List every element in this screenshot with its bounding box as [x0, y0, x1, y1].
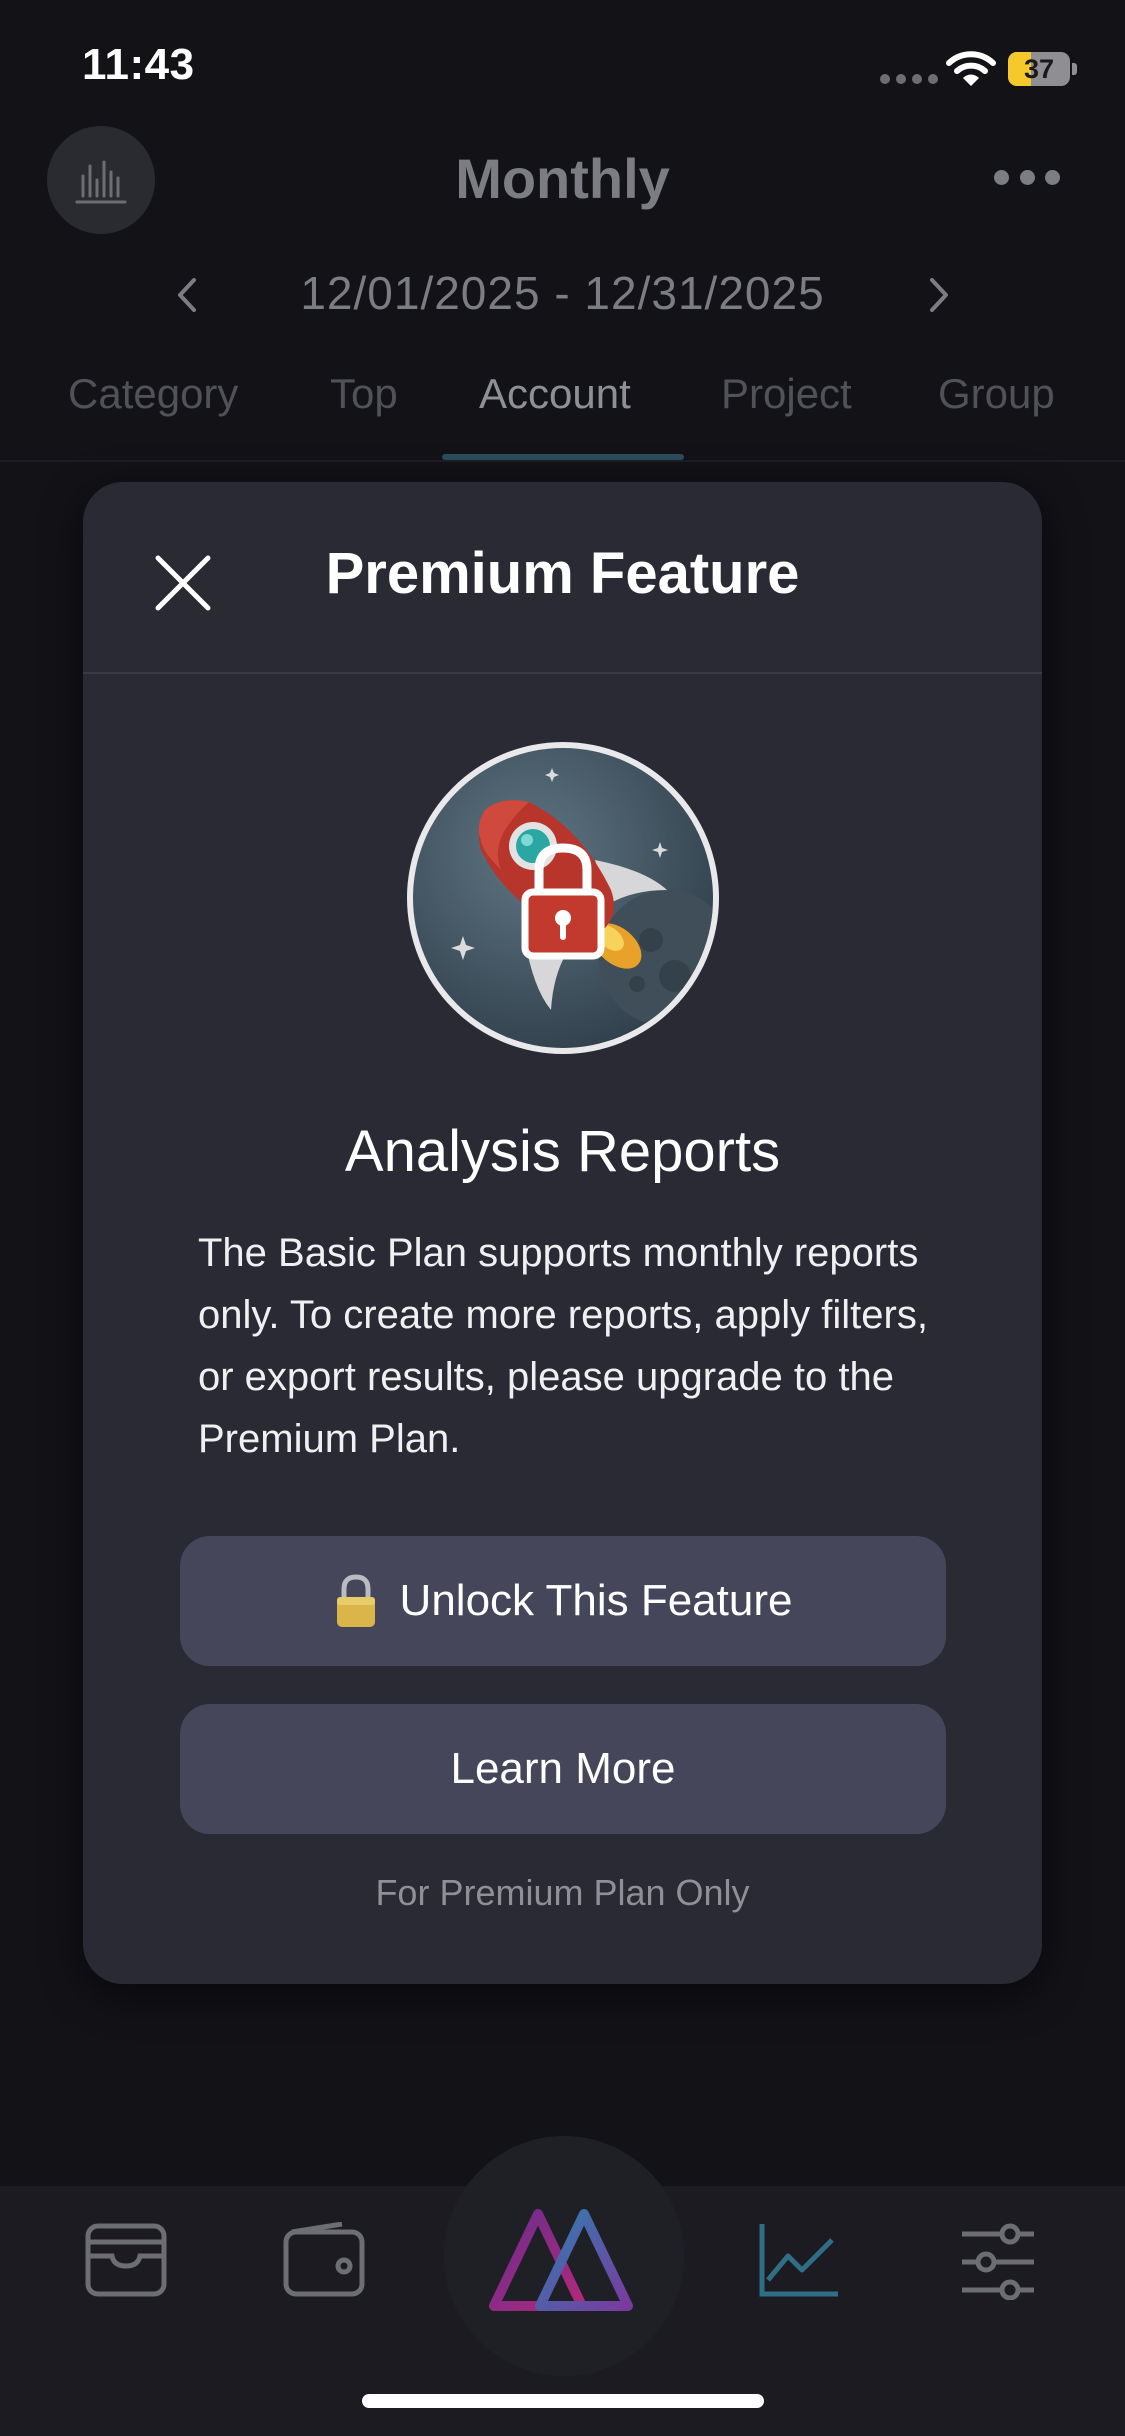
- learn-more-label: Learn More: [450, 1744, 676, 1793]
- wallet-icon[interactable]: [282, 2222, 366, 2298]
- tab-category[interactable]: Category: [68, 370, 238, 418]
- battery-indicator: 37: [1008, 52, 1078, 86]
- tab-account[interactable]: Account: [479, 370, 631, 418]
- page-title: Monthly: [455, 147, 670, 210]
- status-time: 11:43: [82, 40, 195, 89]
- lock-icon: [336, 1574, 375, 1627]
- unlock-feature-button[interactable]: Unlock This Feature: [180, 1536, 946, 1666]
- tab-group[interactable]: Group: [938, 370, 1055, 418]
- home-indicator: [362, 2394, 764, 2408]
- modal-title: Premium Feature: [325, 541, 800, 606]
- unlock-feature-label: Unlock This Feature: [399, 1576, 793, 1625]
- battery-percent: 37: [1023, 54, 1055, 84]
- header-divider: [0, 460, 1125, 462]
- wifi-icon: [946, 51, 996, 86]
- report-tabs: Category Top Account Project Group: [0, 370, 1125, 460]
- modal-divider: [83, 672, 1042, 674]
- wallet-card-icon[interactable]: [84, 2222, 168, 2298]
- more-options-icon[interactable]: [994, 170, 1060, 190]
- learn-more-button[interactable]: Learn More: [180, 1704, 946, 1834]
- cellular-signal-icon: [880, 74, 938, 86]
- app-logo-icon[interactable]: [484, 2200, 644, 2320]
- tab-project[interactable]: Project: [721, 370, 852, 418]
- settings-sliders-icon[interactable]: [960, 2222, 1036, 2300]
- tab-top[interactable]: Top: [330, 370, 398, 418]
- chart-icon[interactable]: [756, 2222, 840, 2300]
- rocket-lock-illustration: [407, 742, 719, 1054]
- chevron-right-icon[interactable]: [918, 270, 958, 320]
- feature-description: The Basic Plan supports monthly reports …: [198, 1231, 928, 1461]
- active-tab-indicator: [442, 454, 684, 460]
- premium-footnote: For Premium Plan Only: [375, 1872, 750, 1913]
- date-range[interactable]: 12/01/2025 - 12/31/2025: [200, 266, 925, 320]
- feature-title: Analysis Reports: [344, 1119, 781, 1184]
